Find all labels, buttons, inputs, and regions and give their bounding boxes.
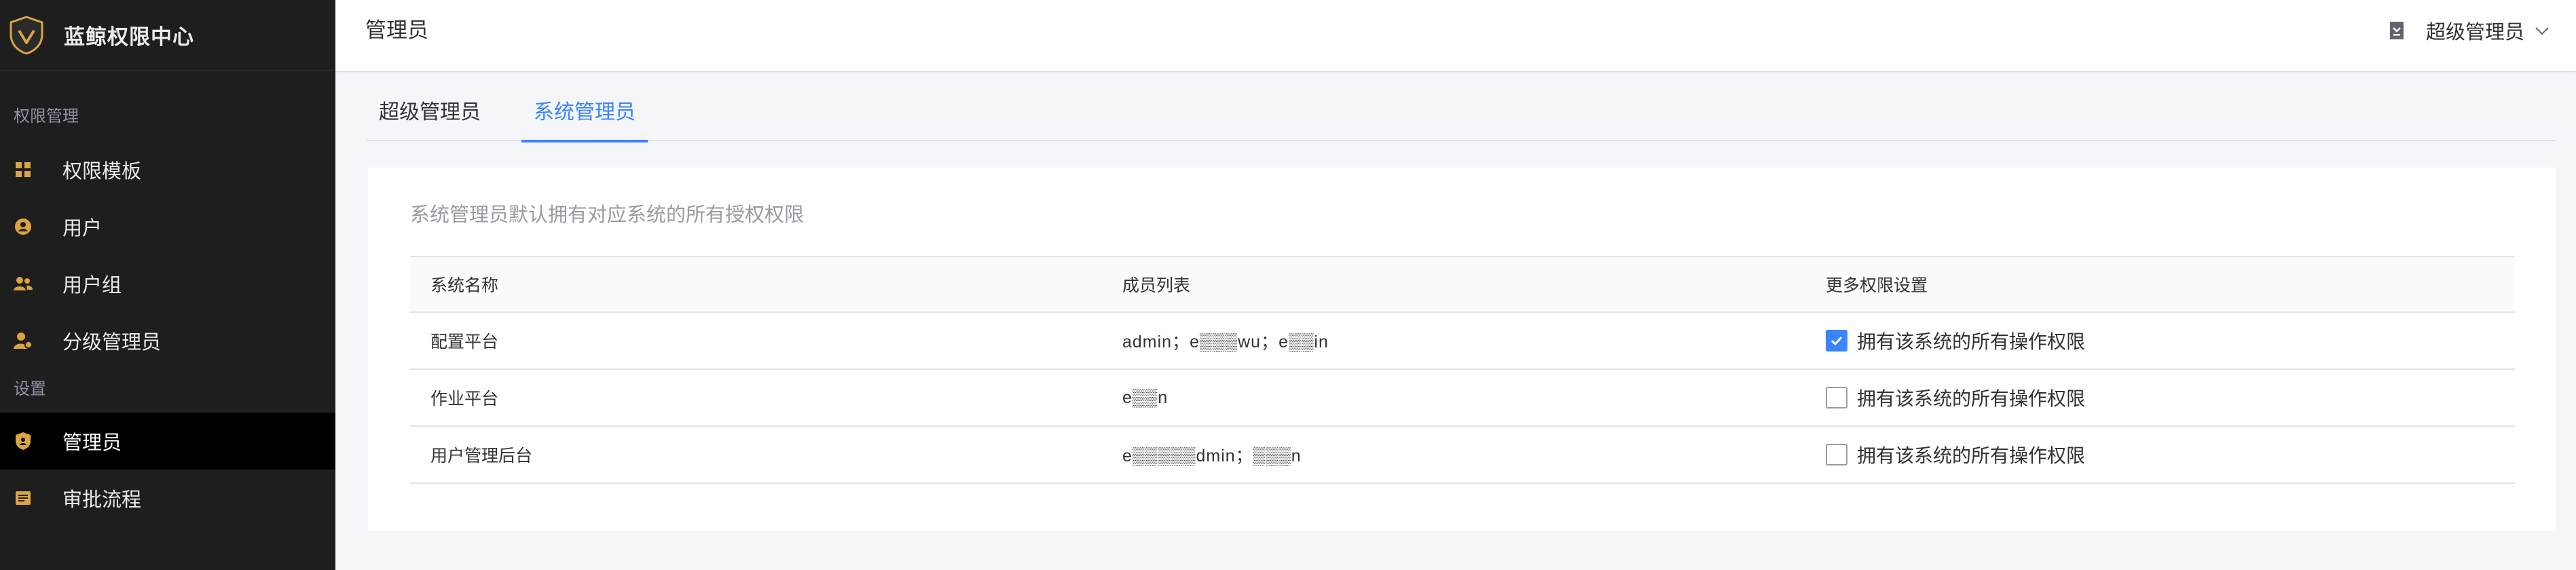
content-card: 系统管理员默认拥有对应系统的所有授权权限 系统名称 成员列表 更多权限设置 配置… [368, 168, 2556, 531]
sidebar-item-grade-admin[interactable]: 分级管理员 [0, 312, 335, 369]
admin-table: 系统名称 成员列表 更多权限设置 配置平台 admin；e▒▒▒wu；e▒▒in… [410, 256, 2515, 484]
system-name: 配置平台 [430, 332, 499, 352]
user-group-icon [14, 274, 33, 293]
sidebar-item-label: 权限模板 [62, 161, 142, 183]
tab-super-admin[interactable]: 超级管理员 [367, 88, 493, 141]
app-title: 蓝鲸权限中心 [64, 25, 194, 49]
permission-label[interactable]: 拥有该系统的所有操作权限 [1857, 384, 2085, 411]
tabs: 超级管理员 系统管理员 [367, 88, 2556, 142]
table-row: 配置平台 admin；e▒▒▒wu；e▒▒in 拥有该系统的所有操作权限 [410, 313, 2515, 370]
sidebar-item-users[interactable]: 用户 [0, 198, 335, 255]
member-list[interactable]: e▒▒n [1122, 388, 1168, 407]
user-circle-icon [14, 217, 33, 236]
sidebar-item-user-groups[interactable]: 用户组 [0, 255, 335, 312]
column-header-members: 成员列表 [1122, 276, 1191, 295]
table-row: 用户管理后台 e▒▒▒▒▒dmin；▒▒▒n 拥有该系统的所有操作权限 [410, 427, 2515, 484]
user-menu[interactable]: 超级管理员 [2388, 0, 2550, 61]
column-header-more-settings: 更多权限设置 [1826, 276, 1928, 295]
member-list[interactable]: admin；e▒▒▒wu；e▒▒in [1122, 332, 1329, 352]
permission-label[interactable]: 拥有该系统的所有操作权限 [1857, 441, 2085, 468]
grid-icon [14, 160, 33, 179]
column-header-system: 系统名称 [430, 276, 499, 295]
system-name: 作业平台 [430, 390, 499, 408]
permission-label[interactable]: 拥有该系统的所有操作权限 [1857, 327, 2085, 354]
permission-checkbox[interactable] [1826, 387, 1847, 408]
page-title: 管理员 [365, 18, 428, 42]
sidebar: 蓝鲸权限中心 权限管理 权限模板 用户 用户组 分级管理员 设置 管理员 审批流… [0, 0, 335, 570]
group-title-permission: 权限管理 [14, 107, 79, 126]
tab-system-admin[interactable]: 系统管理员 [521, 88, 648, 142]
sidebar-item-approval[interactable]: 审批流程 [0, 470, 335, 527]
sidebar-item-templates[interactable]: 权限模板 [0, 141, 335, 198]
sidebar-item-admin[interactable]: 管理员 [0, 413, 335, 470]
sidebar-item-label: 审批流程 [62, 489, 142, 511]
shield-icon [14, 432, 33, 451]
system-name: 用户管理后台 [430, 446, 533, 466]
doc-icon[interactable] [2388, 21, 2406, 40]
user-admin-icon [14, 331, 33, 350]
sidebar-item-label: 管理员 [62, 432, 122, 454]
approval-icon [14, 489, 33, 508]
permission-checkbox[interactable] [1826, 444, 1847, 466]
logo-icon [10, 15, 43, 55]
sidebar-item-label: 分级管理员 [62, 332, 162, 354]
member-list[interactable]: e▒▒▒▒▒dmin；▒▒▒n [1122, 446, 1302, 466]
sidebar-item-label: 用户组 [62, 275, 122, 297]
hint-text: 系统管理员默认拥有对应系统的所有授权权限 [410, 204, 805, 226]
table-header-row: 系统名称 成员列表 更多权限设置 [410, 256, 2515, 313]
sidebar-item-label: 用户 [62, 218, 103, 240]
check-icon [1830, 336, 1843, 346]
permission-checkbox[interactable] [1826, 330, 1847, 352]
brand[interactable]: 蓝鲸权限中心 [0, 0, 335, 71]
group-title-settings: 设置 [14, 380, 46, 398]
top-header: 管理员 超级管理员 [335, 0, 2576, 72]
table-row: 作业平台 e▒▒n 拥有该系统的所有操作权限 [410, 370, 2515, 427]
chevron-down-icon [2535, 27, 2549, 35]
user-role-label: 超级管理员 [2425, 22, 2524, 43]
